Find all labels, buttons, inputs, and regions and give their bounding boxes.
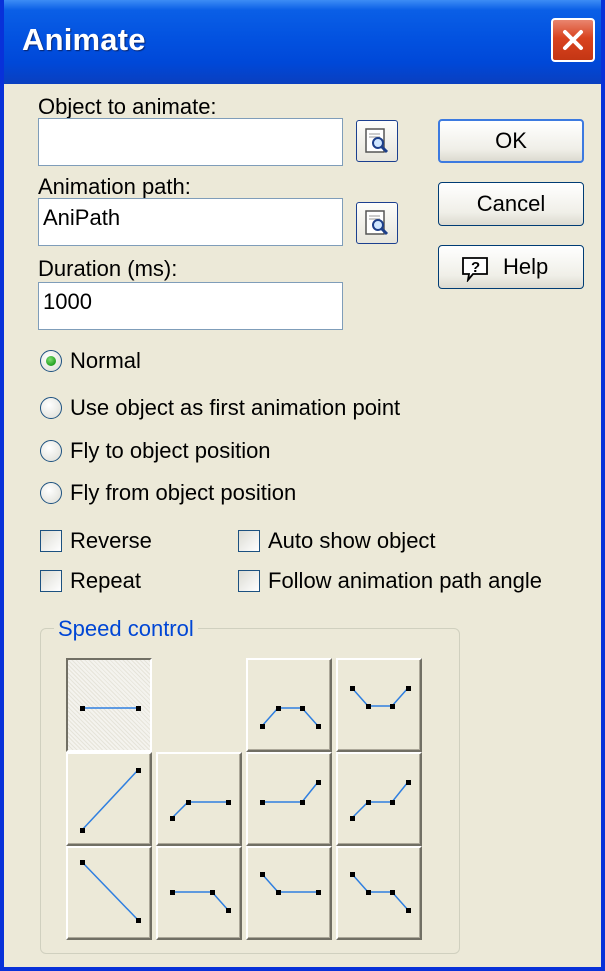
speed-curve-flat-fall-icon — [170, 890, 231, 913]
checkbox-reverse[interactable]: Reverse — [40, 526, 152, 556]
speed-preset-fall-then-flat[interactable] — [246, 846, 332, 940]
checkbox-label: Auto show object — [268, 528, 436, 553]
radio-label: Use object as first animation point — [70, 395, 401, 420]
radio-button-selected[interactable] — [40, 350, 62, 372]
object-to-animate-label: Object to animate: — [38, 94, 217, 119]
ok-button[interactable]: OK — [438, 119, 584, 163]
animate-dialog: Animate Object to animate: OK Animation … — [0, 0, 605, 971]
svg-text:?: ? — [471, 259, 480, 276]
browse-object-button[interactable] — [356, 120, 398, 162]
speed-control-legend: Speed control — [54, 616, 198, 642]
speed-curve-fall-flat-fall-icon — [350, 872, 411, 913]
close-icon — [563, 30, 583, 50]
speed-curve-fall-icon — [80, 860, 141, 923]
checkbox-box[interactable] — [40, 570, 62, 592]
browse-path-button[interactable] — [356, 202, 398, 244]
cancel-button[interactable]: Cancel — [438, 182, 584, 226]
help-icon: ? — [461, 254, 491, 284]
radio-label: Normal — [70, 348, 141, 373]
animation-path-label: Animation path: — [38, 174, 191, 199]
speed-curve-peak-icon — [260, 706, 321, 729]
checkbox-box[interactable] — [238, 570, 260, 592]
checkbox-box[interactable] — [238, 530, 260, 552]
checkbox-label: Follow animation path angle — [268, 568, 542, 593]
speed-preset-flat-then-fall[interactable] — [156, 846, 242, 940]
radio-use-object-as-first-point[interactable]: Use object as first animation point — [40, 393, 400, 423]
duration-label: Duration (ms): — [38, 256, 178, 281]
checkbox-label: Repeat — [70, 568, 141, 593]
checkbox-repeat[interactable]: Repeat — [40, 566, 141, 596]
speed-preset-constant[interactable] — [66, 658, 152, 752]
checkbox-follow-path-angle[interactable]: Follow animation path angle — [238, 566, 542, 596]
speed-preset-ease-valley[interactable] — [336, 658, 422, 752]
speed-preset-rise-then-flat[interactable] — [156, 752, 242, 846]
speed-preset-linear-fall[interactable] — [66, 846, 152, 940]
speed-preset-ease-peak[interactable] — [246, 658, 332, 752]
radio-label: Fly from object position — [70, 480, 297, 505]
speed-curve-flat-rise-icon — [260, 780, 321, 805]
speed-curve-rise-flat-rise-icon — [350, 780, 411, 821]
speed-curve-rise-flat-icon — [170, 800, 231, 821]
speed-curve-valley-icon — [350, 686, 411, 709]
duration-input[interactable]: 1000 — [38, 282, 343, 330]
speed-preset-flat-then-rise[interactable] — [246, 752, 332, 846]
speed-curve-rise-icon — [80, 768, 141, 833]
title-bar[interactable]: Animate — [4, 0, 601, 84]
radio-button[interactable] — [40, 397, 62, 419]
dialog-title: Animate — [22, 22, 146, 57]
close-button[interactable] — [551, 18, 595, 62]
help-label: Help — [503, 254, 549, 279]
browse-magnifier-icon — [365, 210, 389, 236]
animation-path-input[interactable]: AniPath — [38, 198, 343, 246]
speed-preset-linear-rise[interactable] — [66, 752, 152, 846]
radio-fly-to-object[interactable]: Fly to object position — [40, 436, 271, 466]
speed-curve-fall-flat-icon — [260, 872, 321, 895]
radio-fly-from-object[interactable]: Fly from object position — [40, 478, 296, 508]
checkbox-box[interactable] — [40, 530, 62, 552]
radio-normal[interactable]: Normal — [40, 346, 141, 376]
object-to-animate-input[interactable] — [38, 118, 343, 166]
speed-curve-constant-icon — [80, 706, 141, 711]
checkbox-label: Reverse — [70, 528, 152, 553]
checkbox-auto-show-object[interactable]: Auto show object — [238, 526, 436, 556]
speed-preset-fall-flat-fall[interactable] — [336, 846, 422, 940]
speed-preset-rise-flat-rise[interactable] — [336, 752, 422, 846]
radio-button[interactable] — [40, 440, 62, 462]
radio-label: Fly to object position — [70, 438, 271, 463]
help-button[interactable]: ? Help — [438, 245, 584, 289]
browse-magnifier-icon — [365, 128, 389, 154]
radio-button[interactable] — [40, 482, 62, 504]
